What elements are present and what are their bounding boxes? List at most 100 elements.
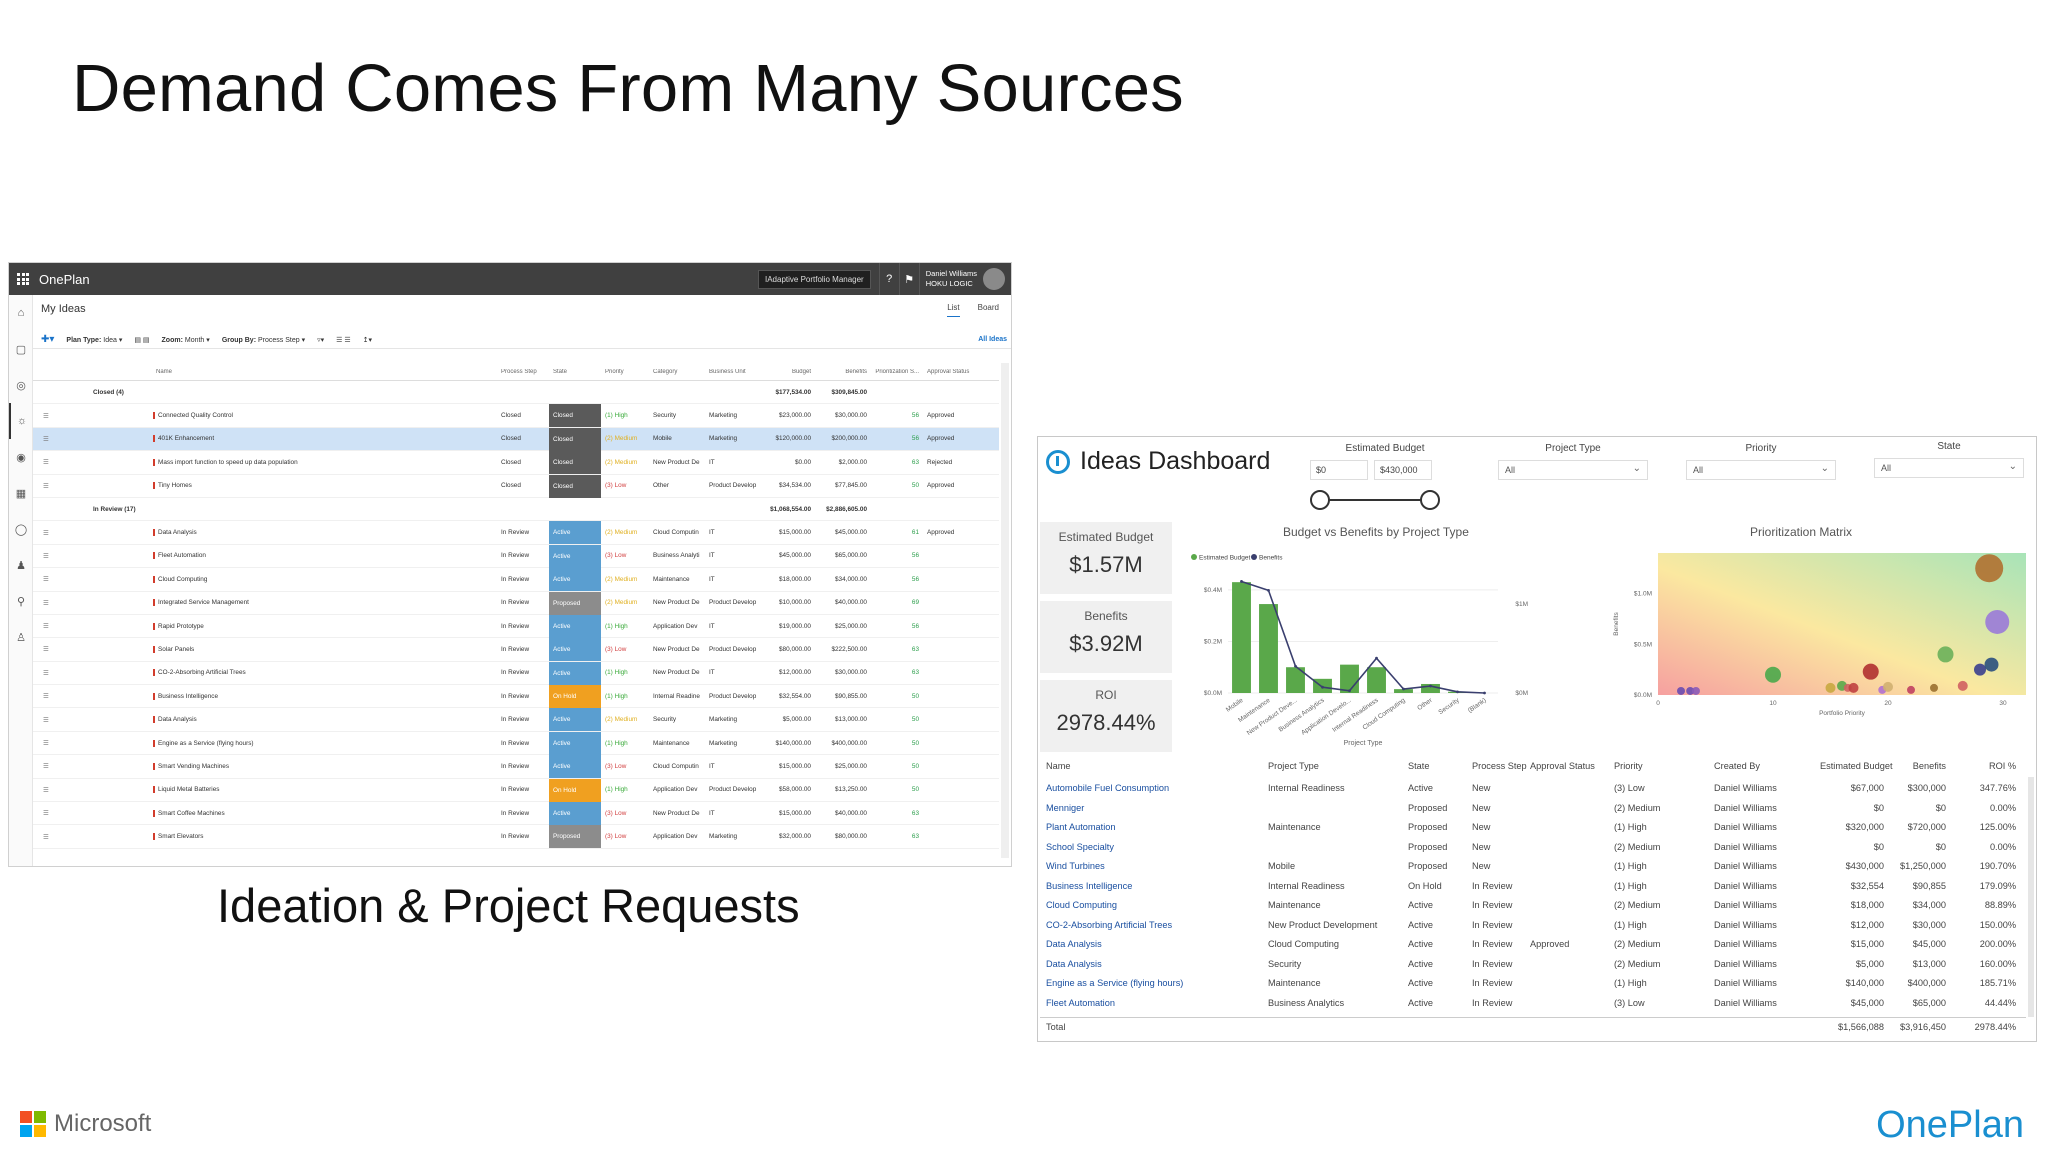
table-row[interactable]: Automobile Fuel Consumption Internal Read… xyxy=(1040,779,2026,799)
app-launcher-icon[interactable] xyxy=(17,273,29,285)
project-type-select[interactable]: All ⌄ xyxy=(1498,460,1648,480)
idea-name[interactable]: Solar Panels xyxy=(153,645,503,653)
tab-board[interactable]: Board xyxy=(978,303,999,317)
idea-name[interactable]: Data Analysis xyxy=(153,529,503,537)
table-row[interactable]: Fleet Automation Business Analytics Active… xyxy=(1040,994,2026,1014)
tab-list[interactable]: List xyxy=(947,303,960,317)
table-row[interactable]: ☰ Rapid Prototype In Review Active (1) H… xyxy=(33,614,999,639)
table-row[interactable]: ☰ Smart Elevators In Review Proposed (3)… xyxy=(33,825,999,849)
slider-max-handle[interactable] xyxy=(1420,490,1440,510)
priority-select[interactable]: All ⌄ xyxy=(1686,460,1836,480)
group-row[interactable]: In Review (17) $1,068,554.00 $2,886,605.… xyxy=(33,498,999,522)
idea-name[interactable]: Integrated Service Management xyxy=(153,599,503,607)
drag-handle-icon[interactable]: ☰ xyxy=(43,762,49,770)
cell-name[interactable]: Business Intelligence xyxy=(1046,881,1132,891)
table-row[interactable]: Business Intelligence Internal Readiness O… xyxy=(1040,877,2026,897)
export-icon[interactable]: ↥▾ xyxy=(363,336,372,344)
col-budget[interactable]: Budget xyxy=(755,369,811,375)
role-selector[interactable]: IAdaptive Portfolio Manager xyxy=(758,269,871,289)
idea-name[interactable]: CO-2-Absorbing Artificial Trees xyxy=(153,669,503,677)
lightbulb-icon[interactable]: ☼ xyxy=(9,403,33,439)
col-pt[interactable]: Project Type xyxy=(1268,761,1319,771)
col-priority[interactable]: Priority xyxy=(605,369,653,375)
idea-name[interactable]: Mass import function to speed up data po… xyxy=(153,458,503,466)
idea-name[interactable]: Rapid Prototype xyxy=(153,622,503,630)
table-row[interactable]: Engine as a Service (flying hours) Mainte… xyxy=(1040,974,2026,994)
col-name[interactable]: Name xyxy=(153,369,503,375)
idea-name[interactable]: Cloud Computing xyxy=(153,575,503,583)
drag-handle-icon[interactable]: ☰ xyxy=(43,435,49,443)
table-row[interactable]: ☰ CO-2-Absorbing Artificial Trees In Rev… xyxy=(33,661,999,686)
briefcase-icon[interactable]: ▢ xyxy=(9,331,33,367)
table-row[interactable]: ☰ Solar Panels In Review Active (3) Low … xyxy=(33,638,999,662)
drag-handle-icon[interactable]: ☰ xyxy=(43,622,49,630)
idea-name[interactable]: Tiny Homes xyxy=(153,482,503,490)
table-row[interactable]: Data Analysis Security Active In Review (2) … xyxy=(1040,955,2026,975)
slider-min-handle[interactable] xyxy=(1310,490,1330,510)
home-icon[interactable]: ⌂ xyxy=(9,295,33,331)
idea-name[interactable]: Data Analysis xyxy=(153,716,503,724)
table-row[interactable]: ☰ Liquid Metal Batteries In Review On Ho… xyxy=(33,778,999,803)
drag-handle-icon[interactable]: ☰ xyxy=(43,739,49,747)
state-select[interactable]: All ⌄ xyxy=(1874,458,2024,478)
table-row[interactable]: ☰ Tiny Homes Closed Closed (3) Low Other… xyxy=(33,474,999,498)
budget-range-slider[interactable] xyxy=(1310,490,1440,510)
drag-handle-icon[interactable]: ☰ xyxy=(43,482,49,490)
idea-name[interactable]: Business Intelligence xyxy=(153,692,503,700)
col-process-step[interactable]: Process Step xyxy=(501,369,549,375)
group-by-filter[interactable]: Group By: Process Step ▾ xyxy=(222,336,305,344)
cell-name[interactable]: Plant Automation xyxy=(1046,822,1115,832)
budget-min-input[interactable]: $0 xyxy=(1310,460,1368,480)
globe-icon[interactable]: ◯ xyxy=(9,511,33,547)
people-icon[interactable]: ♟ xyxy=(9,547,33,583)
drag-handle-icon[interactable]: ☰ xyxy=(43,833,49,841)
cell-name[interactable]: Automobile Fuel Consumption xyxy=(1046,783,1169,793)
table-row[interactable]: ☰ Data Analysis In Review Active (2) Med… xyxy=(33,521,999,545)
col-prioritization[interactable]: Prioritization S... xyxy=(875,369,919,375)
idea-name[interactable]: Liquid Metal Batteries xyxy=(153,786,503,794)
col-business-unit[interactable]: Business Unit xyxy=(709,369,761,375)
table-row[interactable]: Plant Automation Maintenance Proposed New (1… xyxy=(1040,818,2026,838)
col-approval[interactable]: Approval Status xyxy=(927,369,977,375)
idea-name[interactable]: Engine as a Service (flying hours) xyxy=(153,739,503,747)
grid-scrollbar[interactable] xyxy=(1001,363,1009,858)
person-icon[interactable]: ♙ xyxy=(9,619,33,655)
drag-handle-icon[interactable]: ☰ xyxy=(43,412,49,420)
cell-name[interactable]: Wind Turbines xyxy=(1046,861,1105,871)
cell-name[interactable]: CO-2-Absorbing Artificial Trees xyxy=(1046,920,1172,930)
filter-icon[interactable]: ▿▾ xyxy=(317,336,324,344)
drag-handle-icon[interactable]: ☰ xyxy=(43,716,49,724)
table-row[interactable]: ☰ Fleet Automation In Review Active (3) … xyxy=(33,544,999,569)
cell-name[interactable]: Engine as a Service (flying hours) xyxy=(1046,978,1183,988)
grid-view-icon[interactable]: ▤ ▤ xyxy=(134,336,149,344)
budget-max-input[interactable]: $430,000 xyxy=(1374,460,1432,480)
drag-handle-icon[interactable]: ☰ xyxy=(43,669,49,677)
radar-icon[interactable]: ◉ xyxy=(9,439,33,475)
drag-handle-icon[interactable]: ☰ xyxy=(43,575,49,583)
cell-name[interactable]: Menniger xyxy=(1046,803,1084,813)
zoom-filter[interactable]: Zoom: Month ▾ xyxy=(162,336,210,344)
col-pr[interactable]: Priority xyxy=(1614,761,1643,771)
cell-name[interactable]: Cloud Computing xyxy=(1046,900,1117,910)
table-row[interactable]: ☰ Smart Vending Machines In Review Activ… xyxy=(33,755,999,779)
drag-handle-icon[interactable]: ☰ xyxy=(43,692,49,700)
drag-handle-icon[interactable]: ☰ xyxy=(43,786,49,794)
avatar[interactable] xyxy=(983,268,1005,290)
col-category[interactable]: Category xyxy=(653,369,705,375)
col-name[interactable]: Name xyxy=(1046,761,1071,771)
col-roi[interactable]: ROI % xyxy=(1952,761,2016,771)
idea-name[interactable]: Connected Quality Control xyxy=(153,412,503,420)
drag-handle-icon[interactable]: ☰ xyxy=(43,809,49,817)
col-cb[interactable]: Created By xyxy=(1714,761,1760,771)
col-be[interactable]: Benefits xyxy=(1890,761,1946,771)
drag-handle-icon[interactable]: ☰ xyxy=(43,529,49,537)
table-row[interactable]: ☰ Integrated Service Management In Revie… xyxy=(33,591,999,615)
plan-type-filter[interactable]: Plan Type: Idea ▾ xyxy=(66,336,122,344)
drag-handle-icon[interactable]: ☰ xyxy=(43,552,49,560)
idea-name[interactable]: Fleet Automation xyxy=(153,552,503,560)
add-icon[interactable]: ✚▾ xyxy=(41,334,54,345)
target-icon[interactable]: ◎ xyxy=(9,367,33,403)
all-ideas-link[interactable]: All Ideas xyxy=(978,336,1007,343)
cell-name[interactable]: Fleet Automation xyxy=(1046,998,1115,1008)
table-row[interactable]: Wind Turbines Mobile Proposed New (1) High Da… xyxy=(1040,857,2026,877)
